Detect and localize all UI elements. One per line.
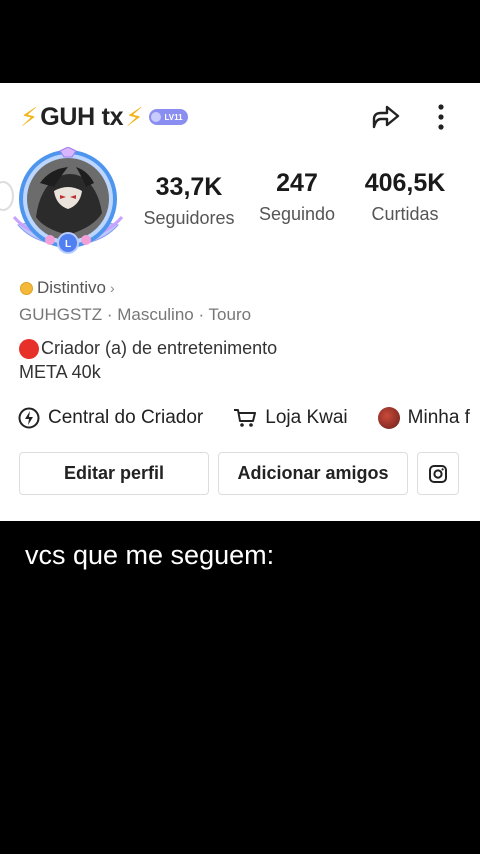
username: GUH tx (40, 102, 124, 131)
level-badge: LV11 (149, 109, 188, 125)
video-caption: vcs que me seguem: (25, 540, 275, 570)
level-badge-label: LV11 (164, 112, 183, 122)
creator-center-label: Central do Criador (48, 407, 204, 428)
likes-count: 406,5K (364, 169, 446, 197)
chevron-right-icon: › (109, 280, 115, 296)
badge-icon (151, 112, 162, 122)
bio-line-2: META 40k (19, 362, 101, 382)
my-item-label: Minha f (407, 407, 470, 428)
followers-count: 33,7K (155, 173, 223, 201)
avatar[interactable]: L (10, 147, 126, 263)
bio-line: Criador (a) de entretenimento (19, 338, 277, 359)
item-thumbnail (377, 407, 400, 429)
badge-coin-icon (20, 281, 33, 295)
share-icon[interactable] (370, 101, 402, 133)
stat-followers[interactable]: 33,7K Seguidores (138, 173, 240, 229)
stat-following[interactable]: 247 Seguindo (250, 169, 344, 225)
kwai-shop-label: Loja Kwai (265, 407, 348, 428)
distintivo-label: Distintivo (37, 278, 106, 297)
red-circle-icon (19, 338, 39, 359)
stat-likes[interactable]: 406,5K Curtidas (356, 169, 454, 225)
edit-profile-button[interactable]: Editar perfil (19, 452, 209, 495)
profile-header: ⚡ GUH tx ⚡ LV11 (0, 83, 480, 149)
name-row: ⚡ GUH tx ⚡ LV11 (20, 101, 188, 133)
add-friends-button[interactable]: Adicionar amigos (218, 452, 408, 495)
kwai-shop-link[interactable]: Loja Kwai (233, 407, 348, 429)
following-count: 247 (276, 169, 318, 197)
shopping-cart-icon (234, 409, 257, 427)
creator-center-link[interactable]: Central do Criador (18, 407, 203, 429)
svg-text:L: L (65, 239, 71, 250)
profile-tags: GUHGSTZ · Masculino · Touro (19, 305, 252, 324)
followers-label: Seguidores (143, 208, 235, 228)
following-label: Seguindo (258, 204, 336, 224)
lightning-circle-icon (18, 407, 40, 429)
profile-links-row: Central do Criador Loja Kwai Minha f (18, 403, 480, 433)
lightning-icon: ⚡ (125, 102, 144, 132)
likes-label: Curtidas (371, 204, 439, 224)
profile-panel: ⚡ GUH tx ⚡ LV11 L 33,7K Seguidores 247 S… (0, 83, 480, 521)
instagram-icon (429, 464, 447, 483)
my-item-link[interactable]: Minha f (377, 407, 470, 429)
more-options-icon[interactable] (430, 101, 452, 133)
bio-text: Criador (a) de entretenimento (41, 338, 278, 358)
distintivo-link[interactable]: Distintivo › (20, 278, 115, 298)
instagram-button[interactable] (417, 452, 459, 495)
lightning-icon: ⚡ (20, 102, 39, 132)
